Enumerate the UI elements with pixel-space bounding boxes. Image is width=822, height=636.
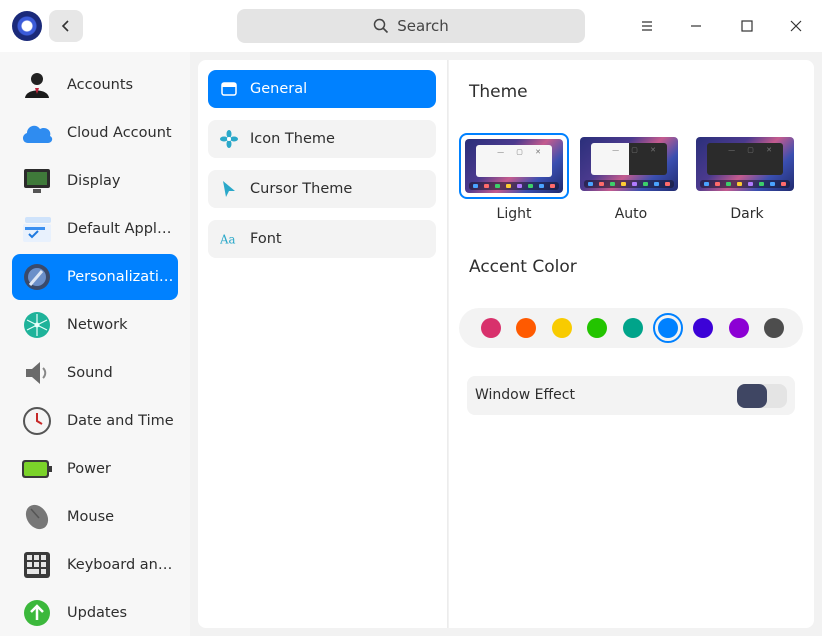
clock-icon bbox=[20, 404, 54, 438]
sidebar-item-mouse[interactable]: Mouse bbox=[12, 494, 178, 540]
search-placeholder: Search bbox=[397, 17, 449, 35]
search-input[interactable]: Search bbox=[237, 9, 585, 43]
toggle-knob bbox=[737, 384, 767, 408]
maximize-icon bbox=[741, 20, 753, 32]
close-icon bbox=[790, 20, 802, 32]
sidebar-item-label: Personalization bbox=[67, 269, 175, 285]
sidebar-item-label: Keyboard and ... bbox=[67, 557, 175, 573]
theme-preview: — ▢ ✕ bbox=[465, 139, 563, 193]
mouse-icon bbox=[20, 500, 54, 534]
accent-color-swatch[interactable] bbox=[516, 318, 536, 338]
titlebar: Search bbox=[0, 0, 822, 52]
window-effect-label: Window Effect bbox=[475, 387, 575, 403]
search-icon bbox=[373, 18, 389, 34]
flower-icon bbox=[220, 130, 238, 148]
submenu-item-label: Icon Theme bbox=[250, 131, 335, 147]
chevron-left-icon bbox=[61, 20, 69, 32]
personalization-icon bbox=[20, 260, 54, 294]
accent-color-swatch[interactable] bbox=[481, 318, 501, 338]
submenu-item-label: Cursor Theme bbox=[250, 181, 353, 197]
theme-preview: — ▢ ✕ bbox=[696, 137, 794, 191]
hamburger-icon bbox=[642, 21, 652, 31]
sidebar-item-keyboard[interactable]: Keyboard and ... bbox=[12, 542, 178, 588]
sidebar-item-power[interactable]: Power bbox=[12, 446, 178, 492]
sidebar-item-updates[interactable]: Updates bbox=[12, 590, 178, 636]
minimize-icon bbox=[691, 25, 701, 27]
accent-color-swatch[interactable] bbox=[729, 318, 749, 338]
theme-option-label: Dark bbox=[730, 206, 764, 222]
window-icon bbox=[220, 80, 238, 98]
sidebar-item-label: Updates bbox=[67, 605, 128, 621]
sidebar-item-label: Cloud Account bbox=[67, 125, 172, 141]
theme-section-title: Theme bbox=[469, 82, 528, 102]
accent-color-swatch[interactable] bbox=[693, 318, 713, 338]
accent-selected-ring bbox=[653, 313, 683, 343]
sidebar-item-accounts[interactable]: Accounts bbox=[12, 62, 178, 108]
theme-option-auto[interactable]: — ▢ ✕ bbox=[576, 133, 686, 199]
sound-icon bbox=[20, 356, 54, 390]
back-button[interactable] bbox=[49, 10, 83, 42]
submenu-item-general[interactable]: General bbox=[208, 70, 436, 108]
display-icon bbox=[20, 164, 54, 198]
theme-option-label: Light bbox=[496, 206, 532, 222]
cloud-icon bbox=[20, 116, 54, 150]
sidebar: Accounts Cloud Account Display Default A… bbox=[0, 52, 190, 636]
sidebar-item-default-applications[interactable]: Default Applic... bbox=[12, 206, 178, 252]
sidebar-item-label: Date and Time bbox=[67, 413, 174, 429]
submenu-item-label: General bbox=[250, 81, 308, 97]
sidebar-item-label: Mouse bbox=[67, 509, 115, 525]
sidebar-item-sound[interactable]: Sound bbox=[12, 350, 178, 396]
submenu-item-label: Font bbox=[250, 231, 282, 247]
minimize-button[interactable] bbox=[686, 16, 706, 36]
accent-color-swatch[interactable] bbox=[623, 318, 643, 338]
sidebar-item-label: Display bbox=[67, 173, 121, 189]
window-effect-toggle[interactable] bbox=[737, 384, 787, 408]
sidebar-item-cloud-account[interactable]: Cloud Account bbox=[12, 110, 178, 156]
sidebar-item-label: Network bbox=[67, 317, 128, 333]
app-logo-icon bbox=[12, 11, 42, 41]
theme-preview: — ▢ ✕ bbox=[580, 137, 678, 191]
updates-icon bbox=[20, 596, 54, 630]
submenu-item-icon-theme[interactable]: Icon Theme bbox=[208, 120, 436, 158]
sidebar-item-label: Accounts bbox=[67, 77, 134, 93]
default-apps-icon bbox=[20, 212, 54, 246]
svg-text:Aa: Aa bbox=[220, 233, 235, 247]
sidebar-item-display[interactable]: Display bbox=[12, 158, 178, 204]
sidebar-item-network[interactable]: Network bbox=[12, 302, 178, 348]
battery-icon bbox=[20, 452, 54, 486]
sidebar-item-date-and-time[interactable]: Date and Time bbox=[12, 398, 178, 444]
sidebar-item-label: Power bbox=[67, 461, 111, 477]
accent-color-swatch[interactable] bbox=[552, 318, 572, 338]
keyboard-icon bbox=[20, 548, 54, 582]
cursor-icon bbox=[220, 180, 238, 198]
close-button[interactable] bbox=[786, 16, 806, 36]
submenu-panel: General Icon Theme Cursor Theme Aa Font bbox=[198, 60, 448, 628]
theme-option-light[interactable]: — ▢ ✕ bbox=[459, 133, 569, 199]
font-icon: Aa bbox=[220, 230, 238, 248]
network-icon bbox=[20, 308, 54, 342]
accounts-icon bbox=[20, 68, 54, 102]
sidebar-item-label: Default Applic... bbox=[67, 221, 175, 237]
maximize-button[interactable] bbox=[737, 16, 757, 36]
accent-color-swatch[interactable] bbox=[764, 318, 784, 338]
accent-section-title: Accent Color bbox=[469, 257, 577, 277]
menu-button[interactable] bbox=[637, 16, 657, 36]
theme-option-label: Auto bbox=[614, 206, 648, 222]
submenu-item-cursor-theme[interactable]: Cursor Theme bbox=[208, 170, 436, 208]
theme-option-dark[interactable]: — ▢ ✕ bbox=[692, 133, 802, 199]
window-effect-row: Window Effect bbox=[467, 376, 795, 415]
submenu-item-font[interactable]: Aa Font bbox=[208, 220, 436, 258]
accent-color-swatch[interactable] bbox=[587, 318, 607, 338]
sidebar-item-label: Sound bbox=[67, 365, 113, 381]
sidebar-item-personalization[interactable]: Personalization bbox=[12, 254, 178, 300]
